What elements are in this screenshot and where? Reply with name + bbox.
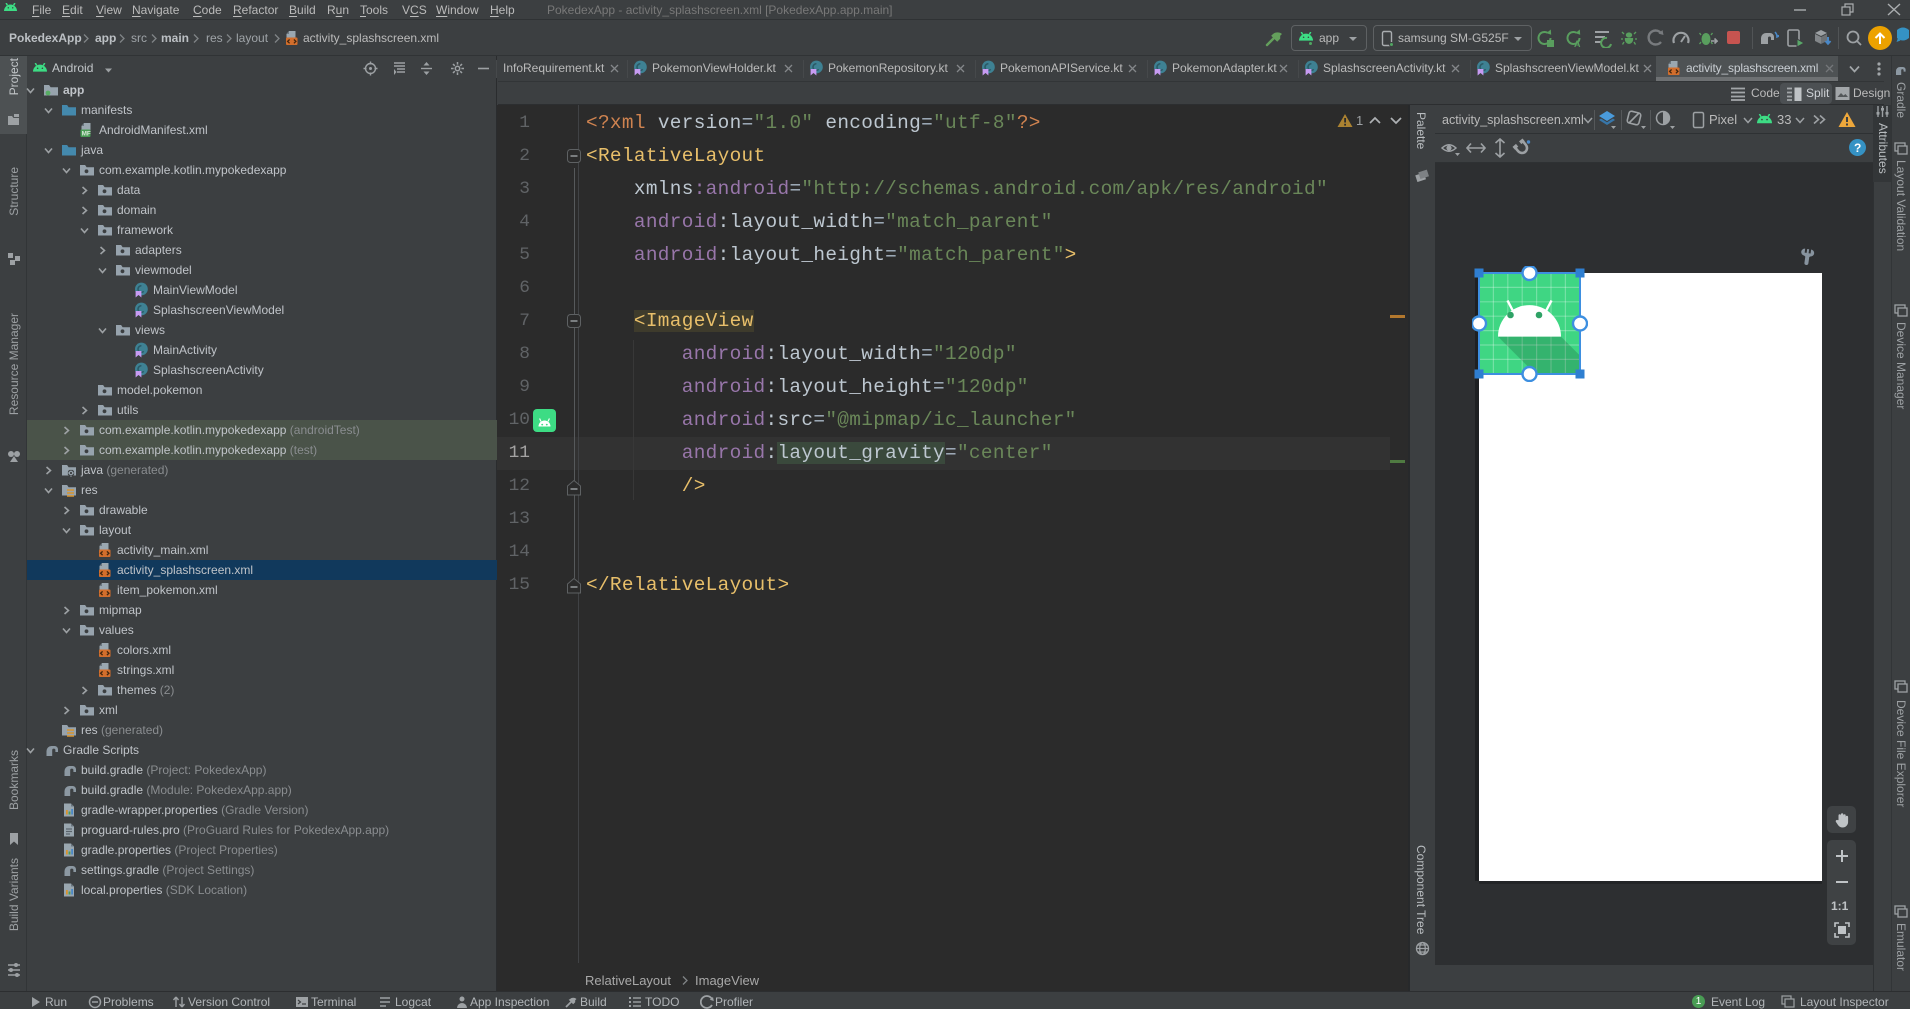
svg-text:A: A [1574,39,1581,48]
svg-text:MF: MF [82,131,91,138]
